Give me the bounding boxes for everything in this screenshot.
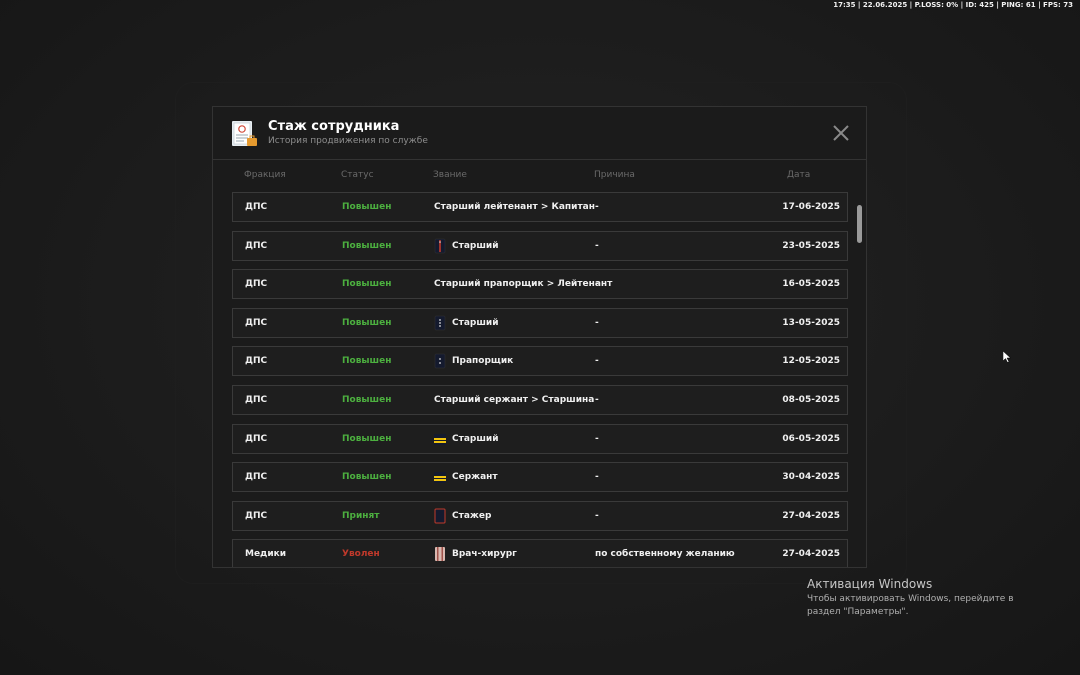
table-row[interactable]: ДПС Повышен Старший - 06-05-2025 xyxy=(232,423,848,454)
column-header-reason: Причина xyxy=(594,170,635,180)
row-reason: - xyxy=(595,202,599,212)
row-date: 23-05-2025 xyxy=(782,240,840,251)
column-header-status: Статус xyxy=(341,170,374,180)
epaulette-red-stripe-icon xyxy=(434,238,446,253)
windows-activation-watermark: Активация Windows Чтобы активировать Win… xyxy=(807,577,1047,619)
table-row[interactable]: ДПС Повышен Сержант - 30-04-2025 xyxy=(232,462,848,493)
row-reason: по собственному желанию xyxy=(595,549,735,560)
row-reason: - xyxy=(595,240,599,251)
row-rank-cell: Старший лейтенант > Капитан xyxy=(434,193,595,221)
row-rank-cell: Старший прапорщик > Лейтенант xyxy=(434,270,612,298)
row-rank-cell: Старший xyxy=(434,425,499,453)
row-status: Повышен xyxy=(342,202,392,212)
row-faction: ДПС xyxy=(245,317,268,328)
row-status: Повышен xyxy=(342,317,392,328)
row-faction: ДПС xyxy=(245,395,268,405)
row-reason: - xyxy=(595,279,599,290)
row-status: Уволен xyxy=(342,549,380,560)
row-rank: Старший xyxy=(452,240,499,251)
row-rank-cell: Врач-хирург xyxy=(434,540,517,567)
row-date: 30-04-2025 xyxy=(782,472,840,483)
activation-title: Активация Windows xyxy=(807,577,933,591)
hud-status-bar: 17:35 | 22.06.2025 | P.LOSS: 0% | ID: 42… xyxy=(833,1,1073,9)
row-status: Принят xyxy=(342,510,380,521)
row-reason: - xyxy=(595,433,599,444)
certificate-icon xyxy=(232,121,257,146)
row-date: 27-04-2025 xyxy=(782,549,840,560)
epaulette-yellow-stripes-icon xyxy=(434,433,446,445)
row-status: Повышен xyxy=(342,433,392,444)
row-status: Повышен xyxy=(342,279,392,290)
table-row[interactable]: ДПС Повышен Старший - 23-05-2025 xyxy=(232,230,848,261)
table-row[interactable]: ДПС Повышен Старший - 13-05-2025 xyxy=(232,307,848,338)
epaulette-yellow-stripes-icon xyxy=(434,472,446,484)
experience-modal: Стаж сотрудника История продвижения по с… xyxy=(212,106,867,568)
close-icon[interactable] xyxy=(831,123,851,143)
row-rank-cell: Старший xyxy=(434,232,499,260)
row-rank-cell: Старший xyxy=(434,309,499,337)
row-rank-cell: Сержант xyxy=(434,463,498,491)
modal-title: Стаж сотрудника xyxy=(268,119,400,134)
epaulette-red-border-icon xyxy=(434,508,446,524)
row-faction: ДПС xyxy=(245,202,268,212)
row-rank: Прапорщик xyxy=(452,356,514,367)
modal-subtitle: История продвижения по службе xyxy=(268,136,428,146)
mouse-cursor-icon xyxy=(1003,351,1011,363)
scrollbar-thumb[interactable] xyxy=(857,205,862,243)
column-header-faction: Фракция xyxy=(244,170,286,180)
row-rank-cell: Старший сержант > Старшина xyxy=(434,386,594,414)
medic-epaulette-icon xyxy=(435,547,445,562)
table-row[interactable]: Медики Уволен Врач-хирург по собственном… xyxy=(232,539,848,567)
row-faction: ДПС xyxy=(245,433,268,444)
row-date: 12-05-2025 xyxy=(782,356,840,367)
column-header-date: Дата xyxy=(787,170,811,180)
row-date: 17-06-2025 xyxy=(782,202,840,212)
row-reason: - xyxy=(595,472,599,483)
row-reason: - xyxy=(595,317,599,328)
row-rank: Старший прапорщик > Лейтенант xyxy=(434,279,613,290)
row-rank: Старший сержант > Старшина xyxy=(434,395,595,405)
row-reason: - xyxy=(595,356,599,367)
row-rank-cell: Стажер xyxy=(434,502,491,530)
row-faction: ДПС xyxy=(245,279,268,290)
row-date: 27-04-2025 xyxy=(782,510,840,521)
row-status: Повышен xyxy=(342,356,392,367)
row-date: 08-05-2025 xyxy=(782,395,840,405)
row-date: 16-05-2025 xyxy=(782,279,840,290)
activation-text: Чтобы активировать Windows, перейдите в … xyxy=(807,594,1014,617)
row-reason: - xyxy=(595,395,599,405)
row-rank: Старший xyxy=(452,317,499,328)
row-faction: ДПС xyxy=(245,510,268,521)
row-reason: - xyxy=(595,510,599,521)
modal-header: Стаж сотрудника История продвижения по с… xyxy=(213,107,866,160)
row-rank: Старший лейтенант > Капитан xyxy=(434,202,595,212)
column-header-rank: Звание xyxy=(433,170,467,180)
row-faction: ДПС xyxy=(245,240,268,251)
row-status: Повышен xyxy=(342,240,392,251)
epaulette-stars-icon xyxy=(434,315,446,331)
row-rank-cell: Прапорщик xyxy=(434,347,513,375)
table-header: Фракция Статус Звание Причина Дата xyxy=(213,170,866,184)
table-row[interactable]: ДПС Повышен Прапорщик - 12-05-2025 xyxy=(232,346,848,377)
epaulette-stars-icon xyxy=(434,354,446,369)
row-faction: ДПС xyxy=(245,356,268,367)
table-row[interactable]: ДПС Повышен Старший сержант > Старшина -… xyxy=(232,385,848,415)
table-row[interactable]: ДПС Повышен Старший прапорщик > Лейтенан… xyxy=(232,269,848,300)
row-status: Повышен xyxy=(342,395,392,405)
table-row[interactable]: ДПС Принят Стажер - 27-04-2025 xyxy=(232,500,848,531)
row-rank: Стажер xyxy=(452,510,492,521)
table-row[interactable]: ДПС Повышен Старший лейтенант > Капитан … xyxy=(232,192,848,222)
row-rank: Сержант xyxy=(452,472,498,483)
row-faction: Медики xyxy=(245,549,287,560)
row-rank: Врач-хирург xyxy=(452,549,517,560)
scrollbar-track[interactable] xyxy=(855,199,861,559)
row-date: 06-05-2025 xyxy=(782,433,840,444)
row-rank: Старший xyxy=(452,433,499,444)
row-date: 13-05-2025 xyxy=(782,317,840,328)
row-faction: ДПС xyxy=(245,472,268,483)
row-status: Повышен xyxy=(342,472,392,483)
